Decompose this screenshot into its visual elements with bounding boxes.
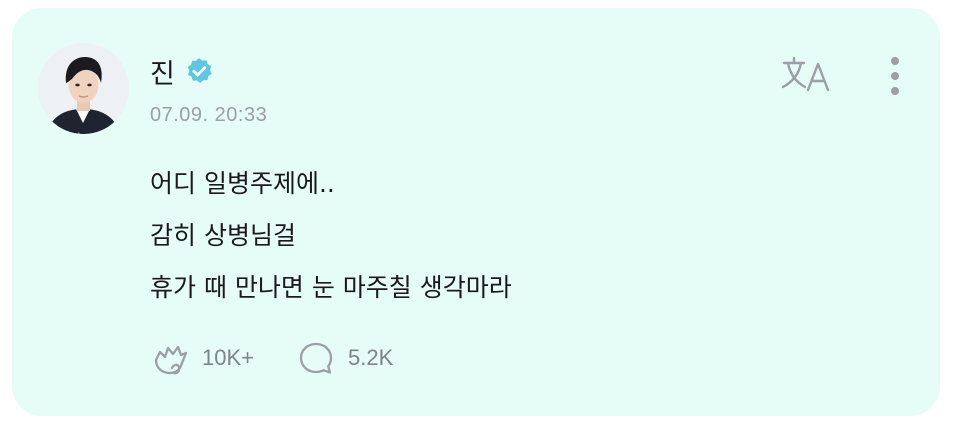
comment-bubble-icon [299, 342, 333, 374]
post-line: 휴가 때 만나면 눈 마주칠 생각마라 [150, 273, 512, 302]
like-button[interactable]: 10K+ [150, 338, 254, 378]
post-actions: 10K+ 5.2K [150, 338, 393, 378]
profile-photo [38, 43, 129, 134]
translate-icon[interactable] [780, 54, 836, 94]
comment-button[interactable]: 5.2K [296, 338, 393, 378]
post-body: 어디 일병주제에.. 감히 상병님걸 휴가 때 만나면 눈 마주칠 생각마라 [150, 158, 512, 314]
post-line: 감히 상병님걸 [150, 221, 296, 250]
more-vertical-icon[interactable] [880, 54, 910, 102]
author-row: 진 [150, 52, 214, 91]
post-line: 어디 일병주제에.. [150, 169, 335, 198]
author-avatar[interactable]: ★ [38, 43, 129, 134]
cheer-hands-icon [154, 345, 188, 375]
post-timestamp: 07.09. 20:33 [150, 104, 268, 126]
star-icon: ★ [68, 129, 90, 134]
post-card: ★ 진 07.09. 20:33 어디 일병주제에.. 감히 상병님걸 휴가 때… [12, 8, 940, 416]
author-name[interactable]: 진 [150, 52, 176, 91]
comment-count: 5.2K [348, 345, 394, 370]
like-count: 10K+ [202, 345, 254, 370]
verified-badge-icon [187, 58, 212, 83]
